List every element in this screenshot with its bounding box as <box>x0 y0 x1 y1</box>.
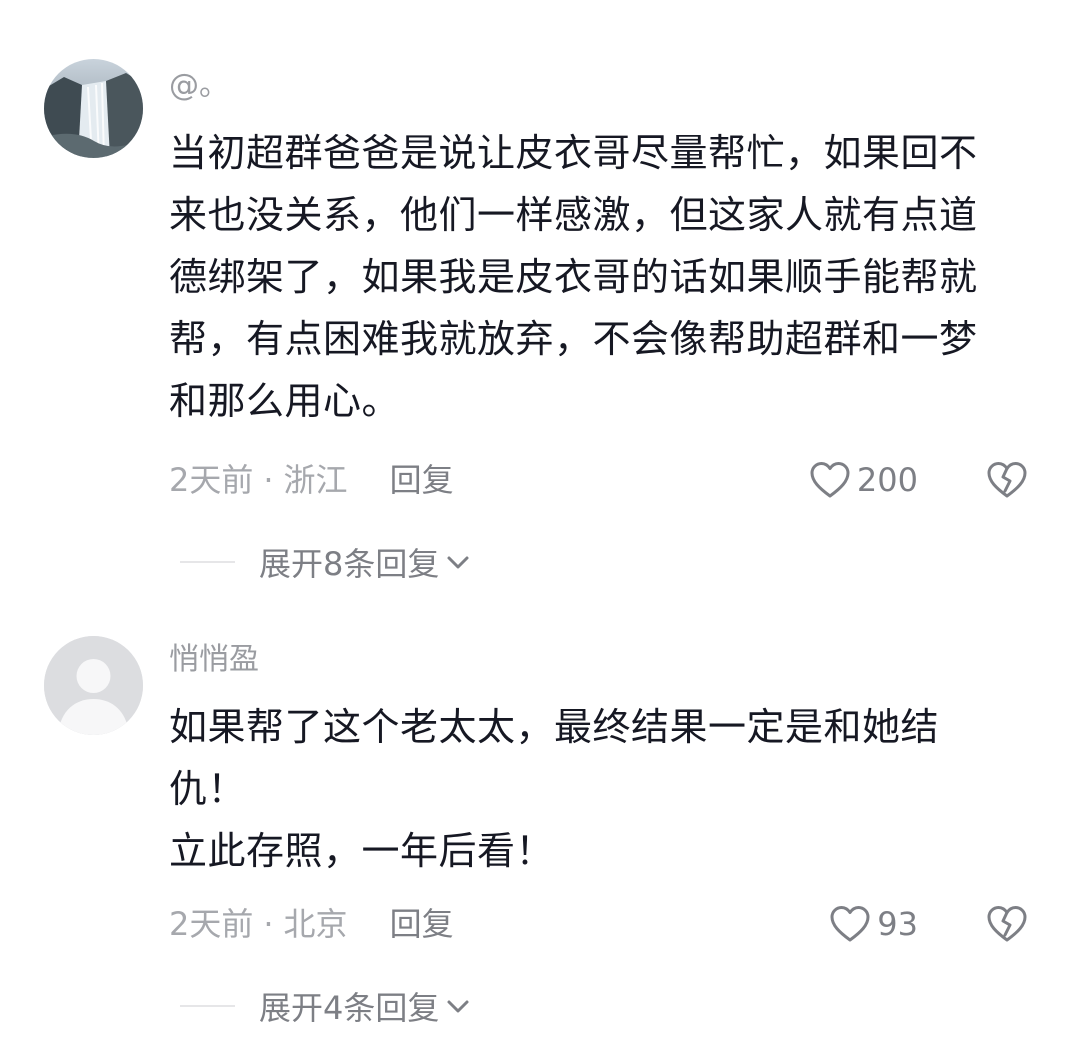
default-user-avatar-icon <box>44 636 143 735</box>
user-avatar[interactable] <box>44 636 143 735</box>
expand-replies-label: 展开8条回复 <box>259 545 440 583</box>
username[interactable]: @。 <box>169 66 229 106</box>
expand-replies-row: 展开8条回复 <box>180 540 471 584</box>
broken-heart-icon <box>987 906 1027 942</box>
comment-location: 北京 <box>283 905 348 943</box>
comment-text-line: 立此存照，一年后看！ <box>169 829 555 873</box>
username[interactable]: 悄悄盈 <box>169 640 259 680</box>
waterfall-avatar-icon <box>44 59 143 158</box>
divider-line <box>180 561 235 563</box>
expand-replies-button[interactable]: 展开8条回复 <box>259 539 471 585</box>
separator-dot: · <box>263 905 274 943</box>
comment-time: 2天前 <box>169 905 254 943</box>
like-count: 93 <box>877 905 918 943</box>
comment-text: 如果帮了这个老太太，最终结果一定是和她结 仇！ 立此存照，一年后看！ <box>169 696 1039 882</box>
comment-text: 当初超群爸爸是说让皮衣哥尽量帮忙，如果回不 来也没关系，他们一样感激，但这家人就… <box>169 122 1039 432</box>
heart-icon <box>830 906 870 942</box>
reply-button[interactable]: 回复 <box>390 461 454 499</box>
like-count: 200 <box>856 461 918 499</box>
expand-replies-row: 展开4条回复 <box>180 984 471 1028</box>
expand-replies-label: 展开4条回复 <box>259 989 440 1027</box>
separator-dot: · <box>263 461 274 499</box>
like-button[interactable]: 93 <box>829 902 918 946</box>
divider-line <box>180 1005 235 1007</box>
comment-text-line: 帮，有点困难我就放弃，不会像帮助超群和一梦 <box>169 317 978 361</box>
chevron-down-icon <box>447 1000 469 1013</box>
comment-text-line: 当初超群爸爸是说让皮衣哥尽量帮忙，如果回不 <box>169 131 978 175</box>
chevron-down-icon <box>447 556 469 569</box>
comment-text-line: 和那么用心。 <box>169 379 401 423</box>
reply-button[interactable]: 回复 <box>390 905 454 943</box>
comment-location: 浙江 <box>283 461 348 499</box>
dislike-button[interactable] <box>985 902 1029 946</box>
like-button[interactable]: 200 <box>809 458 918 502</box>
comment-text-line: 如果帮了这个老太太，最终结果一定是和她结 <box>169 705 940 749</box>
comment-meta: 2天前 · 浙江 回复 <box>169 458 454 502</box>
comment-text-line: 德绑架了，如果我是皮衣哥的话如果顺手能帮就 <box>169 255 978 299</box>
user-avatar[interactable] <box>44 59 143 158</box>
expand-replies-button[interactable]: 展开4条回复 <box>259 983 471 1029</box>
comment-time: 2天前 <box>169 461 254 499</box>
heart-icon <box>810 462 850 498</box>
dislike-button[interactable] <box>985 458 1029 502</box>
comment-meta: 2天前 · 北京 回复 <box>169 902 454 946</box>
comment-text-line: 来也没关系，他们一样感激，但这家人就有点道 <box>169 193 978 237</box>
comment-text-line: 仇！ <box>169 767 247 811</box>
broken-heart-icon <box>987 462 1027 498</box>
